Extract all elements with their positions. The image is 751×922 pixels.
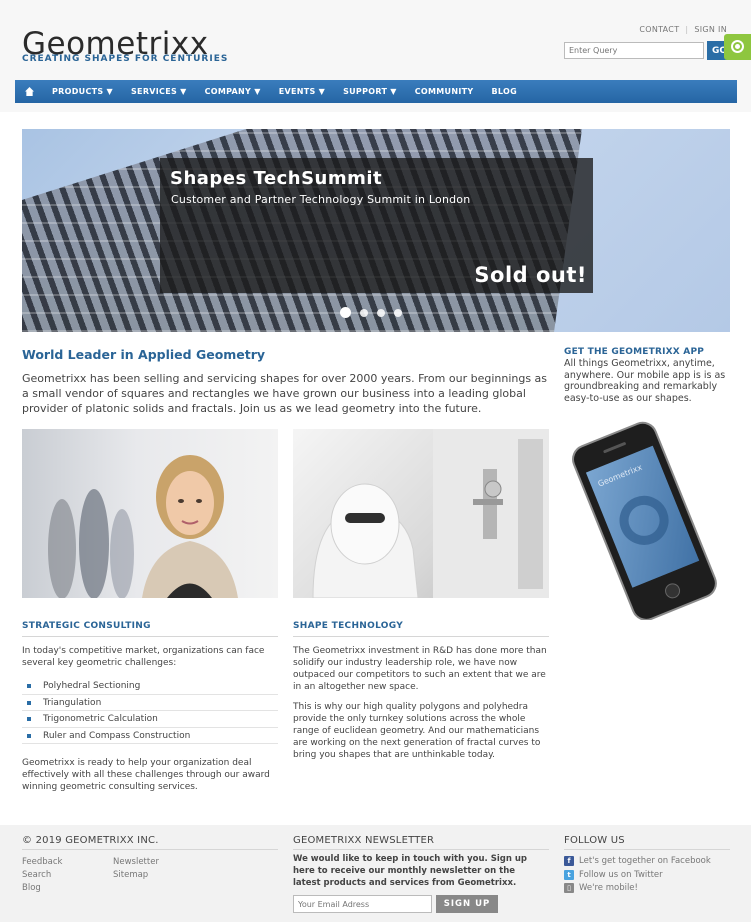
nav-item-blog[interactable]: BLOG: [482, 80, 525, 103]
search-input[interactable]: [564, 42, 704, 59]
site-header: Geometrixx CREATING SHAPES FOR CENTURIES…: [0, 0, 751, 112]
signup-button[interactable]: SIGN UP: [436, 895, 498, 913]
signin-link[interactable]: SIGN IN: [694, 25, 727, 34]
follow-mobile[interactable]: ▯ We're mobile!: [564, 883, 638, 893]
widget-dot: [735, 44, 740, 49]
main-nav: PRODUCTS ▼ SERVICES ▼ COMPANY ▼ EVENTS ▼…: [15, 80, 737, 103]
newsletter-heading: GEOMETRIXX NEWSLETTER: [293, 835, 549, 850]
nav-item-company[interactable]: COMPANY ▼: [196, 80, 270, 103]
hero-subtitle: Customer and Partner Technology Summit i…: [171, 193, 471, 206]
contact-link[interactable]: CONTACT: [639, 25, 679, 34]
footer-link-feedback[interactable]: Feedback: [22, 857, 62, 867]
consulting-outro: Geometrixx is ready to help your organiz…: [22, 758, 270, 792]
hero-carousel[interactable]: Shapes TechSummit Customer and Partner T…: [22, 129, 730, 332]
app-text: All things Geometrixx, anytime, anywhere…: [564, 358, 726, 404]
nav-item-products[interactable]: PRODUCTS ▼: [43, 80, 122, 103]
nav-item-support[interactable]: SUPPORT ▼: [334, 80, 406, 103]
technology-paragraph-2: This is why our high quality polygons an…: [293, 702, 541, 760]
carousel-dot[interactable]: [360, 308, 368, 317]
newsletter-text: We would like to keep in touch with you.…: [293, 854, 527, 888]
follow-twitter[interactable]: t Follow us on Twitter: [564, 870, 663, 880]
list-item: Triangulation: [22, 695, 278, 711]
facebook-icon: f: [564, 856, 574, 866]
follow-heading: FOLLOW US: [564, 835, 730, 850]
list-item: Polyhedral Sectioning: [22, 678, 278, 695]
home-icon[interactable]: [15, 80, 43, 103]
carousel-dot[interactable]: [340, 307, 351, 318]
footer-link-search[interactable]: Search: [22, 870, 51, 880]
technology-heading: SHAPE TECHNOLOGY: [293, 621, 549, 637]
twitter-icon: t: [564, 870, 574, 880]
consultant-photo: [22, 429, 278, 598]
list-item: Trigonometric Calculation: [22, 711, 278, 728]
nav-item-community[interactable]: COMMUNITY: [406, 80, 483, 103]
follow-facebook-label: Let's get together on Facebook: [579, 856, 711, 866]
follow-mobile-label: We're mobile!: [579, 883, 638, 893]
nav-item-services[interactable]: SERVICES ▼: [122, 80, 196, 103]
app-heading[interactable]: GET THE GEOMETRIXX APP: [564, 347, 704, 357]
email-field[interactable]: [293, 895, 432, 913]
logo-tagline: CREATING SHAPES FOR CENTURIES: [22, 54, 229, 64]
nav-item-events[interactable]: EVENTS ▼: [270, 80, 334, 103]
consulting-list: Polyhedral Sectioning Triangulation Trig…: [22, 678, 278, 744]
carousel-dot[interactable]: [394, 308, 402, 317]
intro-text: Geometrixx has been selling and servicin…: [22, 372, 548, 415]
follow-twitter-label: Follow us on Twitter: [579, 870, 663, 880]
hero-badge: Sold out!: [474, 263, 587, 287]
carousel-dots: [340, 307, 402, 318]
technology-paragraph-1: The Geometrixx investment in R&D has don…: [293, 646, 547, 692]
phone-image[interactable]: Geometrixx: [570, 420, 720, 621]
mobile-icon: ▯: [564, 883, 574, 893]
lab-photo: [293, 429, 549, 598]
list-item: Ruler and Compass Construction: [22, 728, 278, 744]
link-separator: |: [685, 25, 689, 34]
footer-link-newsletter[interactable]: Newsletter: [113, 857, 159, 867]
intro-heading: World Leader in Applied Geometry: [22, 347, 266, 362]
hero-caption-box: Shapes TechSummit Customer and Partner T…: [160, 158, 593, 293]
consulting-heading: STRATEGIC CONSULTING: [22, 621, 278, 637]
consulting-intro: In today's competitive market, organizat…: [22, 646, 265, 668]
footer-link-sitemap[interactable]: Sitemap: [113, 870, 148, 880]
top-links: CONTACT | SIGN IN: [639, 25, 727, 34]
follow-facebook[interactable]: f Let's get together on Facebook: [564, 856, 711, 866]
hero-title: Shapes TechSummit: [170, 168, 383, 189]
footer-link-blog[interactable]: Blog: [22, 883, 41, 893]
feedback-widget-icon[interactable]: [724, 34, 751, 60]
footer-copyright: © 2019 GEOMETRIXX INC.: [22, 835, 278, 850]
carousel-dot[interactable]: [377, 308, 385, 317]
